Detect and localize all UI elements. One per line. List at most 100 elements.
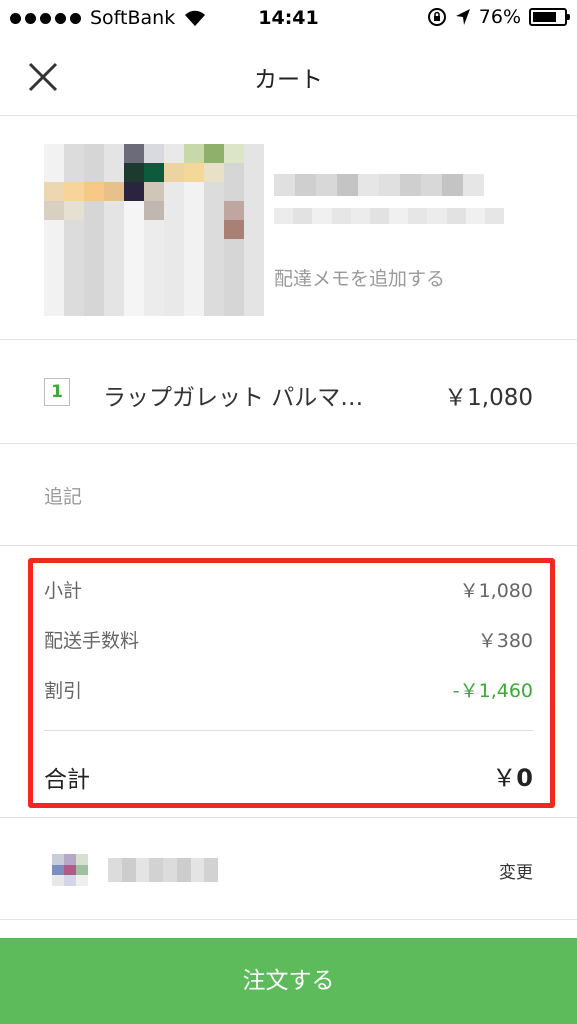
redacted-block bbox=[295, 174, 316, 196]
image-pixel bbox=[204, 201, 224, 221]
image-pixel bbox=[84, 296, 104, 316]
image-pixel bbox=[64, 163, 84, 183]
image-pixel bbox=[124, 163, 144, 183]
card-pixel bbox=[64, 875, 76, 886]
image-pixel bbox=[244, 201, 264, 221]
image-pixel bbox=[44, 201, 64, 221]
location-arrow-icon bbox=[455, 9, 470, 25]
note-section[interactable]: 追記 bbox=[0, 444, 577, 546]
image-pixel bbox=[84, 163, 104, 183]
image-pixel bbox=[164, 277, 184, 297]
item-price: ￥1,080 bbox=[444, 385, 533, 411]
image-pixel bbox=[84, 239, 104, 259]
image-pixel bbox=[164, 201, 184, 221]
image-pixel bbox=[184, 182, 204, 202]
image-pixel bbox=[44, 258, 64, 278]
battery-fill bbox=[533, 12, 556, 22]
image-pixel bbox=[224, 220, 244, 240]
image-pixel bbox=[164, 144, 184, 164]
cart-item[interactable]: 1 ラップガレット パルマ… ￥1,080 bbox=[0, 340, 577, 444]
note-input[interactable]: 追記 bbox=[44, 482, 82, 509]
image-pixel bbox=[144, 144, 164, 164]
image-pixel bbox=[144, 258, 164, 278]
card-pixel bbox=[52, 854, 64, 865]
image-pixel bbox=[204, 163, 224, 183]
image-pixel bbox=[244, 182, 264, 202]
image-pixel bbox=[164, 220, 184, 240]
image-pixel bbox=[224, 163, 244, 183]
order-summary: 小計 ￥1,080 配送手数料 ￥380 割引 -￥1,460 合計 ￥0 bbox=[0, 546, 577, 818]
image-pixel bbox=[64, 220, 84, 240]
redacted-block bbox=[204, 858, 218, 882]
redacted-block bbox=[400, 174, 421, 196]
redacted-block bbox=[465, 208, 485, 224]
image-pixel bbox=[144, 220, 164, 240]
image-pixel bbox=[164, 239, 184, 259]
image-pixel bbox=[224, 296, 244, 316]
image-pixel bbox=[184, 296, 204, 316]
redacted-block bbox=[358, 174, 379, 196]
image-pixel bbox=[244, 258, 264, 278]
card-pixel bbox=[76, 864, 88, 876]
quantity-badge[interactable]: 1 bbox=[44, 378, 70, 406]
redacted-block bbox=[163, 858, 177, 882]
place-order-button[interactable]: 注文する bbox=[0, 938, 577, 1024]
store-name-redacted bbox=[274, 174, 484, 196]
redacted-block bbox=[293, 208, 313, 224]
image-pixel bbox=[124, 182, 144, 202]
redacted-block bbox=[121, 858, 136, 882]
redacted-block bbox=[312, 208, 332, 224]
highlight-box bbox=[28, 558, 555, 808]
card-pixel bbox=[76, 875, 88, 886]
redacted-block bbox=[421, 174, 442, 196]
card-pixel bbox=[76, 854, 88, 865]
image-pixel bbox=[44, 239, 64, 259]
change-payment-link[interactable]: 変更 bbox=[499, 858, 533, 883]
add-delivery-memo-link[interactable]: 配達メモを追加する bbox=[274, 264, 445, 291]
image-pixel bbox=[144, 163, 164, 183]
redacted-block bbox=[149, 858, 163, 882]
image-pixel bbox=[64, 144, 84, 164]
redacted-block bbox=[337, 174, 358, 196]
image-pixel bbox=[124, 239, 144, 259]
image-pixel bbox=[144, 201, 164, 221]
image-pixel bbox=[144, 239, 164, 259]
image-pixel bbox=[184, 258, 204, 278]
image-pixel bbox=[64, 296, 84, 316]
status-bar-right: 76% bbox=[427, 6, 570, 28]
image-pixel bbox=[84, 258, 104, 278]
redacted-block bbox=[316, 174, 337, 196]
image-pixel bbox=[224, 144, 244, 164]
image-pixel bbox=[164, 296, 184, 316]
card-pixel bbox=[52, 864, 64, 876]
redacted-block bbox=[190, 858, 205, 882]
image-pixel bbox=[144, 296, 164, 316]
image-pixel bbox=[184, 220, 204, 240]
redacted-block bbox=[369, 208, 390, 224]
payment-method-row[interactable]: 変更 bbox=[0, 818, 577, 920]
image-pixel bbox=[124, 277, 144, 297]
image-pixel bbox=[124, 201, 144, 221]
image-pixel bbox=[224, 277, 244, 297]
image-pixel bbox=[84, 277, 104, 297]
image-pixel bbox=[104, 277, 124, 297]
image-pixel bbox=[224, 201, 244, 221]
image-pixel bbox=[204, 239, 224, 259]
card-pixel bbox=[52, 875, 64, 886]
image-pixel bbox=[64, 201, 84, 221]
image-pixel bbox=[84, 182, 104, 202]
image-pixel bbox=[244, 296, 264, 316]
redacted-block bbox=[108, 858, 122, 882]
redacted-block bbox=[442, 174, 463, 196]
redacted-block bbox=[484, 208, 505, 224]
image-pixel bbox=[224, 239, 244, 259]
image-pixel bbox=[84, 144, 104, 164]
image-pixel bbox=[204, 182, 224, 202]
image-pixel bbox=[44, 220, 64, 240]
card-pixel bbox=[64, 854, 76, 865]
image-pixel bbox=[204, 258, 224, 278]
image-pixel bbox=[124, 296, 144, 316]
image-pixel bbox=[184, 239, 204, 259]
image-pixel bbox=[144, 182, 164, 202]
store-image bbox=[44, 144, 264, 316]
